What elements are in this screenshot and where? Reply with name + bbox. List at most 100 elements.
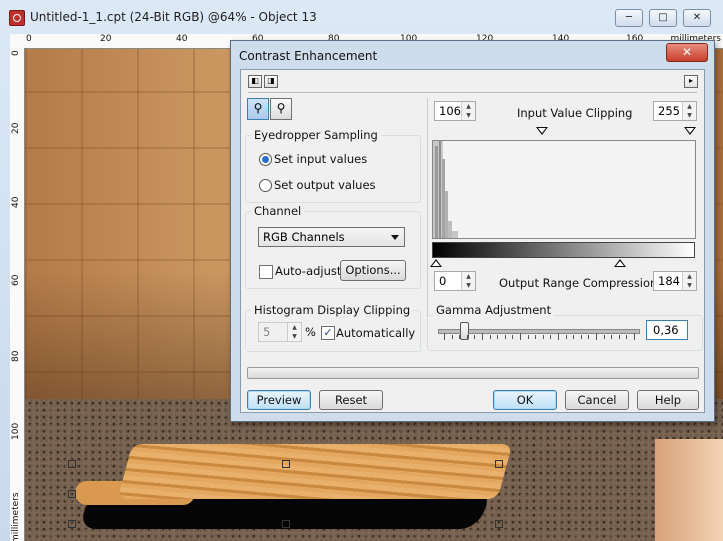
input-low-marker[interactable] xyxy=(536,127,548,135)
minimize-button[interactable]: ─ xyxy=(615,9,643,27)
automatically-checkbox[interactable]: ✓ xyxy=(321,326,335,340)
dialog-close-button[interactable]: ✕ xyxy=(666,43,708,62)
auto-adjust-checkbox[interactable] xyxy=(259,265,273,279)
eyedropper-low-icon[interactable]: ⚲ xyxy=(247,98,269,120)
gamma-tick xyxy=(542,335,544,339)
spinner-arrows-icon[interactable]: ▲ ▼ xyxy=(461,102,475,120)
cutting-board-object[interactable] xyxy=(117,444,513,499)
gamma-tick xyxy=(527,335,529,339)
output-low-input[interactable]: 0 ▲ ▼ xyxy=(434,271,476,291)
eyedropper-sampling-group xyxy=(245,135,421,203)
options-button[interactable]: Options... xyxy=(340,260,406,281)
reset-button[interactable]: Reset xyxy=(319,390,383,410)
contrast-enhancement-dialog: Contrast Enhancement ✕ ◧ ◨ ▸ ⚲ ⚲ Eyedrop… xyxy=(230,40,715,422)
preview-button[interactable]: Preview xyxy=(247,390,311,410)
title-bar: Untitled-1_1.cpt (24-Bit RGB) @64% - Obj… xyxy=(0,0,723,34)
ruler-tick: 100 xyxy=(11,422,21,440)
spinner-arrows-icon[interactable]: ▲ ▼ xyxy=(682,272,696,290)
selection-handle[interactable] xyxy=(495,460,503,468)
auto-adjust-label[interactable]: Auto-adjust xyxy=(275,264,341,278)
output-low-marker[interactable] xyxy=(430,259,442,267)
output-high-value: 184 xyxy=(658,274,680,288)
gamma-tick xyxy=(489,335,491,339)
gamma-tick xyxy=(634,333,635,340)
histogram-display xyxy=(432,140,696,239)
eyedropper-sampling-label: Eyedropper Sampling xyxy=(251,128,381,142)
window-title: Untitled-1_1.cpt (24-Bit RGB) @64% - Obj… xyxy=(30,10,317,24)
clipping-percent-input[interactable]: 5 ▲ ▼ xyxy=(258,322,302,342)
gamma-tick xyxy=(520,333,521,340)
gamma-value: 0,36 xyxy=(653,323,679,337)
gamma-value-input[interactable]: 0,36 xyxy=(646,320,688,340)
selection-handle[interactable] xyxy=(282,460,290,468)
automatically-label[interactable]: Automatically xyxy=(336,326,415,340)
dialog-title: Contrast Enhancement xyxy=(239,49,378,63)
set-input-label[interactable]: Set input values xyxy=(274,152,367,166)
spinner-arrows-icon[interactable]: ▲ ▼ xyxy=(461,272,475,290)
spinner-arrows-icon[interactable]: ▲ ▼ xyxy=(682,102,696,120)
input-clipping-label: Input Value Clipping xyxy=(517,106,633,120)
corel-app-icon[interactable] xyxy=(9,10,25,26)
ruler-tick: 20 xyxy=(11,122,21,134)
ruler-tick: 60 xyxy=(11,274,21,286)
eyedropper-high-icon[interactable]: ⚲ xyxy=(270,98,292,120)
gamma-tick xyxy=(603,335,605,339)
set-output-label[interactable]: Set output values xyxy=(274,178,376,192)
output-high-marker[interactable] xyxy=(614,259,626,267)
close-window-button[interactable]: ✕ xyxy=(683,9,711,27)
spinner-arrows-icon[interactable]: ▲ ▼ xyxy=(287,323,301,341)
input-low-input[interactable]: 106 ▲ ▼ xyxy=(434,101,476,121)
cancel-button[interactable]: Cancel xyxy=(565,390,629,410)
ruler-tick: 20 xyxy=(100,34,112,44)
gamma-tick xyxy=(504,335,506,339)
clipping-percent-value: 5 xyxy=(263,325,271,339)
gamma-tick xyxy=(588,335,590,339)
gamma-tick xyxy=(512,335,514,339)
output-range-label: Output Range Compression xyxy=(499,276,658,290)
gamma-tick xyxy=(459,335,461,339)
percent-unit-label: % xyxy=(305,325,316,339)
gamma-tick xyxy=(451,335,453,339)
separator xyxy=(248,92,697,93)
output-high-input[interactable]: 184 ▲ ▼ xyxy=(653,271,697,291)
ok-button[interactable]: OK xyxy=(493,390,557,410)
compare-view-icon[interactable]: ◧ xyxy=(248,75,262,88)
gamma-tick xyxy=(466,335,468,339)
input-high-input[interactable]: 255 ▲ ▼ xyxy=(653,101,697,121)
help-button[interactable]: Help xyxy=(637,390,699,410)
input-low-value: 106 xyxy=(439,104,461,118)
gamma-tick xyxy=(474,335,476,339)
single-view-icon[interactable]: ◨ xyxy=(264,75,278,88)
histogram-clipping-label: Histogram Display Clipping xyxy=(251,303,414,317)
vertical-ruler[interactable]: 0 20 40 60 80 100 millimeters xyxy=(10,48,25,541)
radio-set-input[interactable] xyxy=(259,153,272,166)
vertical-separator xyxy=(427,98,428,336)
selection-handle[interactable] xyxy=(68,520,76,528)
channel-select[interactable]: RGB Channels xyxy=(258,227,405,247)
selection-handle[interactable] xyxy=(282,520,290,528)
maximize-button[interactable]: □ xyxy=(649,9,677,27)
selection-handle[interactable] xyxy=(68,490,76,498)
channel-label: Channel xyxy=(251,204,305,218)
ruler-tick: 40 xyxy=(11,196,21,208)
ruler-tick: 80 xyxy=(11,350,21,362)
gamma-label: Gamma Adjustment xyxy=(433,303,555,317)
gamma-tick xyxy=(482,333,483,340)
selection-handle[interactable] xyxy=(68,460,76,468)
gamma-tick xyxy=(444,333,445,340)
input-high-marker[interactable] xyxy=(684,127,696,135)
dialog-body: ◧ ◨ ▸ ⚲ ⚲ Eyedropper Sampling Set input … xyxy=(240,69,705,413)
gamma-tick xyxy=(497,335,499,339)
ruler-unit-label: millimeters xyxy=(11,492,21,541)
gamma-tick xyxy=(558,333,559,340)
background-glass xyxy=(655,439,723,541)
gamma-tick xyxy=(618,335,620,339)
selection-handle[interactable] xyxy=(495,520,503,528)
ruler-tick: 0 xyxy=(11,50,21,56)
output-low-value: 0 xyxy=(439,274,447,288)
gamma-tick xyxy=(580,335,582,339)
radio-set-output[interactable] xyxy=(259,179,272,192)
ruler-tick: 0 xyxy=(26,34,32,44)
flyout-arrow-icon[interactable]: ▸ xyxy=(684,75,698,88)
gamma-tick xyxy=(550,335,552,339)
